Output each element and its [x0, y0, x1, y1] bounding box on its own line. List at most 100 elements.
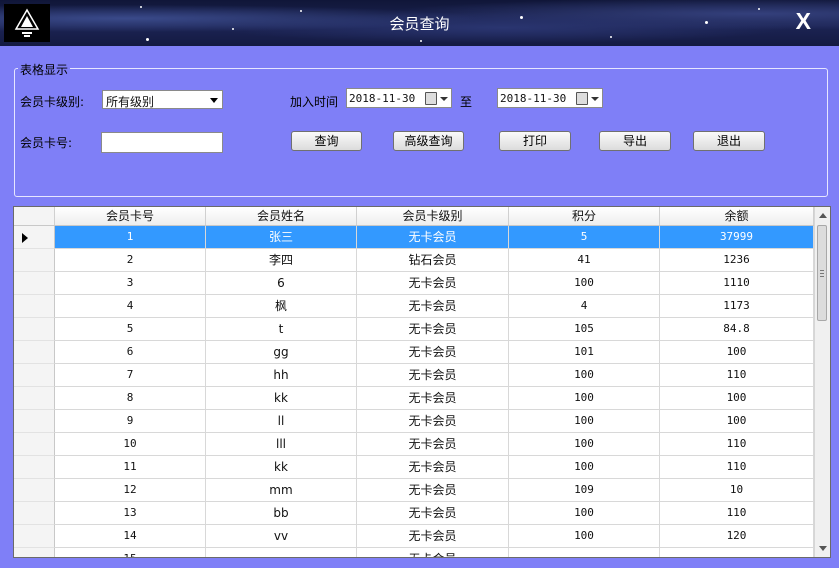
- table-cell[interactable]: 3: [55, 272, 206, 295]
- table-cell[interactable]: 110: [660, 502, 814, 525]
- card-number-input[interactable]: [101, 132, 223, 153]
- row-header[interactable]: [14, 341, 55, 364]
- row-header[interactable]: [14, 410, 55, 433]
- table-row[interactable]: 14 vv 无卡会员 100 120: [14, 525, 814, 548]
- calendar-icon[interactable]: [576, 92, 588, 105]
- table-cell[interactable]: 1: [55, 226, 206, 249]
- table-row[interactable]: 4 枫无卡会员 4 1173: [14, 295, 814, 318]
- exit-button[interactable]: 退出: [693, 131, 765, 151]
- table-row[interactable]: 5 t 无卡会员 105 84.8: [14, 318, 814, 341]
- row-header[interactable]: [14, 318, 55, 341]
- chevron-down-icon[interactable]: [440, 97, 448, 101]
- table-cell[interactable]: 109: [509, 479, 660, 502]
- table-cell[interactable]: 12: [55, 479, 206, 502]
- table-cell[interactable]: 5: [509, 226, 660, 249]
- row-header[interactable]: [14, 502, 55, 525]
- table-cell[interactable]: [206, 548, 357, 557]
- close-button[interactable]: X: [796, 8, 811, 35]
- table-cell[interactable]: kk: [206, 456, 357, 479]
- table-cell[interactable]: 枫: [206, 295, 357, 318]
- table-cell[interactable]: mm: [206, 479, 357, 502]
- table-cell[interactable]: 105: [509, 318, 660, 341]
- table-cell[interactable]: 无卡会员: [357, 295, 509, 318]
- table-cell[interactable]: 无卡会员: [357, 410, 509, 433]
- vertical-scrollbar[interactable]: [814, 207, 830, 557]
- table-cell[interactable]: 100: [509, 433, 660, 456]
- row-header[interactable]: [14, 364, 55, 387]
- table-cell[interactable]: 8: [55, 387, 206, 410]
- table-cell[interactable]: [509, 548, 660, 557]
- table-cell[interactable]: 100: [509, 525, 660, 548]
- table-row[interactable]: 10 lll 无卡会员 100 110: [14, 433, 814, 456]
- table-cell[interactable]: 13: [55, 502, 206, 525]
- table-cell[interactable]: 100: [509, 410, 660, 433]
- table-cell[interactable]: 无卡会员: [357, 341, 509, 364]
- table-cell[interactable]: [660, 548, 814, 557]
- table-row[interactable]: 6 gg 无卡会员 101 100: [14, 341, 814, 364]
- table-row[interactable]: 13 bb 无卡会员 100 110: [14, 502, 814, 525]
- row-header[interactable]: [14, 226, 55, 249]
- table-cell[interactable]: 4: [509, 295, 660, 318]
- column-header-balance[interactable]: 余额: [660, 207, 814, 225]
- table-cell[interactable]: 10: [55, 433, 206, 456]
- table-cell[interactable]: 110: [660, 433, 814, 456]
- table-cell[interactable]: 84.8: [660, 318, 814, 341]
- print-button[interactable]: 打印: [499, 131, 571, 151]
- table-cell[interactable]: 100: [660, 410, 814, 433]
- row-header[interactable]: [14, 548, 55, 557]
- table-cell[interactable]: 无卡会员: [357, 456, 509, 479]
- table-cell[interactable]: gg: [206, 341, 357, 364]
- row-header[interactable]: [14, 249, 55, 272]
- table-row[interactable]: 2 李四 钻石会员 41 1236: [14, 249, 814, 272]
- table-cell[interactable]: 2: [55, 249, 206, 272]
- table-cell[interactable]: 无卡会员: [357, 364, 509, 387]
- table-cell[interactable]: 100: [660, 341, 814, 364]
- row-header[interactable]: [14, 272, 55, 295]
- table-cell[interactable]: lll: [206, 433, 357, 456]
- column-header-card-number[interactable]: 会员卡号: [55, 207, 206, 225]
- table-row[interactable]: 9 ll 无卡会员 100 100: [14, 410, 814, 433]
- row-header[interactable]: [14, 479, 55, 502]
- table-cell[interactable]: ll: [206, 410, 357, 433]
- scroll-up-icon[interactable]: [819, 213, 827, 218]
- table-cell[interactable]: 7: [55, 364, 206, 387]
- table-cell[interactable]: vv: [206, 525, 357, 548]
- table-cell[interactable]: 无卡会员: [357, 479, 509, 502]
- table-cell[interactable]: 1236: [660, 249, 814, 272]
- table-cell[interactable]: 11: [55, 456, 206, 479]
- table-cell[interactable]: 15: [55, 548, 206, 557]
- table-cell[interactable]: 101: [509, 341, 660, 364]
- table-cell[interactable]: 100: [509, 387, 660, 410]
- table-cell[interactable]: 张三: [206, 226, 357, 249]
- date-from-picker[interactable]: 2018-11-30: [346, 88, 452, 108]
- table-cell[interactable]: kk: [206, 387, 357, 410]
- table-cell[interactable]: 无卡会员: [357, 548, 509, 557]
- table-row[interactable]: 3 6 无卡会员 100 1110: [14, 272, 814, 295]
- column-header-name[interactable]: 会员姓名: [206, 207, 357, 225]
- table-cell[interactable]: 100: [509, 272, 660, 295]
- table-cell[interactable]: 无卡会员: [357, 387, 509, 410]
- table-cell[interactable]: 无卡会员: [357, 433, 509, 456]
- table-cell[interactable]: hh: [206, 364, 357, 387]
- table-cell[interactable]: 1110: [660, 272, 814, 295]
- table-cell[interactable]: 钻石会员: [357, 249, 509, 272]
- table-cell[interactable]: 无卡会员: [357, 272, 509, 295]
- column-header-level[interactable]: 会员卡级别: [357, 207, 509, 225]
- level-select[interactable]: 所有级别: [102, 90, 223, 109]
- table-cell[interactable]: 6: [206, 272, 357, 295]
- table-row[interactable]: 15 无卡会员: [14, 548, 814, 557]
- table-cell[interactable]: 110: [660, 456, 814, 479]
- table-row[interactable]: 12 mm 无卡会员 109 10: [14, 479, 814, 502]
- advanced-query-button[interactable]: 高级查询: [393, 131, 464, 151]
- table-cell[interactable]: bb: [206, 502, 357, 525]
- export-button[interactable]: 导出: [599, 131, 671, 151]
- table-cell[interactable]: 37999: [660, 226, 814, 249]
- row-header[interactable]: [14, 295, 55, 318]
- row-header[interactable]: [14, 433, 55, 456]
- table-row[interactable]: 1 张三 无卡会员 5 37999: [14, 226, 814, 249]
- table-cell[interactable]: 无卡会员: [357, 502, 509, 525]
- table-cell[interactable]: 14: [55, 525, 206, 548]
- table-cell[interactable]: 110: [660, 364, 814, 387]
- table-cell[interactable]: 1173: [660, 295, 814, 318]
- chevron-down-icon[interactable]: [591, 97, 599, 101]
